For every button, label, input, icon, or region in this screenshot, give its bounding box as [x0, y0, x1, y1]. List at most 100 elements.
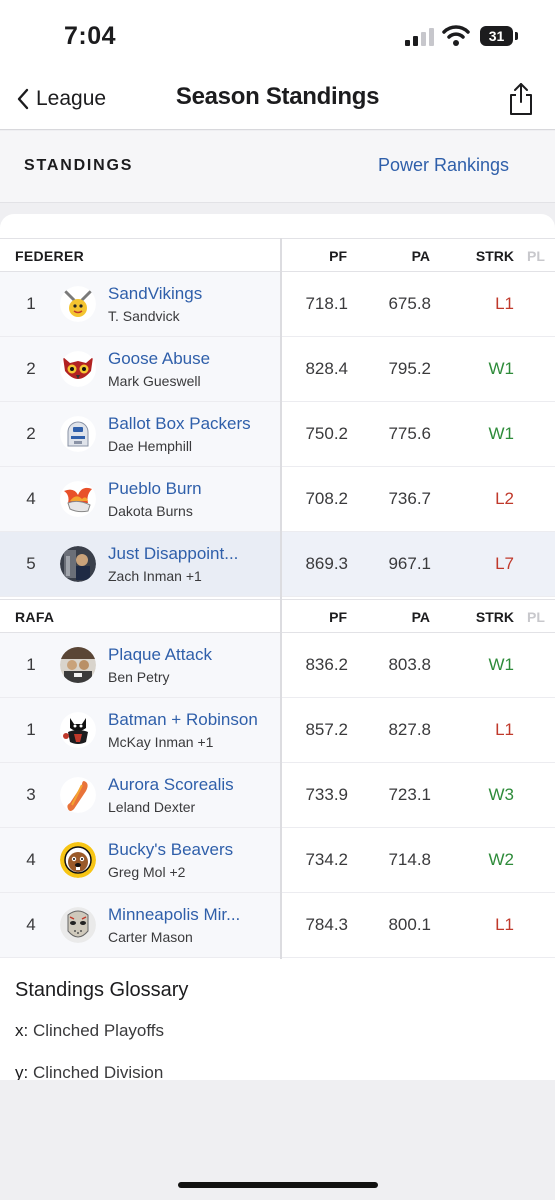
team-owner: Greg Mol +2: [108, 864, 186, 880]
team-owner: McKay Inman +1: [108, 734, 214, 750]
wifi-icon: [442, 25, 470, 46]
table-row[interactable]: 4 Pueblo Burn Dakota Burns 708.2 736.7 L…: [0, 467, 555, 532]
streak: L7: [495, 554, 514, 573]
table-row[interactable]: 1 SandVikings T. Sandvick 718.1 675.8 L1: [0, 272, 555, 337]
row-frozen-cell: [0, 698, 280, 762]
team-name-link[interactable]: Pueblo Burn: [108, 479, 202, 499]
row-frozen-cell: [0, 272, 280, 336]
team-owner: Mark Gueswell: [108, 373, 201, 389]
table-row[interactable]: 1 Plaque Attack Ben Petry 836.2 803.8 W1: [0, 633, 555, 698]
streak: L1: [495, 915, 514, 934]
points-against: 736.7: [388, 489, 431, 508]
power-rankings-link[interactable]: Power Rankings: [378, 155, 509, 176]
battery-tip: [515, 32, 518, 40]
team-owner: Dakota Burns: [108, 503, 193, 519]
share-icon[interactable]: [508, 82, 534, 116]
streak: L1: [495, 720, 514, 739]
team-logo-icon: [60, 351, 96, 387]
points-for: 869.3: [305, 554, 348, 573]
team-rank: 2: [26, 424, 36, 443]
points-for: 836.2: [305, 655, 348, 674]
streak: W2: [488, 850, 515, 869]
points-for: 733.9: [305, 785, 348, 804]
division-name: RAFA: [15, 609, 55, 625]
nav-bar: League Season Standings: [0, 70, 555, 130]
glossary-item: x: Clinched Playoffs: [15, 1021, 164, 1041]
team-name-link[interactable]: Aurora Scorealis: [108, 775, 234, 795]
team-owner: Carter Mason: [108, 929, 193, 945]
points-against: 803.8: [388, 655, 431, 674]
streak: W1: [488, 359, 515, 378]
table-row-my-team[interactable]: 5 Just Disappoint... Zach Inman +1 869.3…: [0, 532, 555, 597]
team-rank: 4: [26, 915, 36, 934]
points-for: 750.2: [305, 424, 348, 443]
team-owner: Ben Petry: [108, 669, 170, 685]
glossary-title: Standings Glossary: [15, 979, 189, 1001]
team-logo-icon: [60, 907, 96, 943]
streak: L1: [495, 294, 514, 313]
column-header-pl[interactable]: PL: [527, 248, 545, 264]
standings-label: STANDINGS: [24, 157, 134, 174]
table-row[interactable]: 2 Ballot Box Packers Dae Hemphill 750.2 …: [0, 402, 555, 467]
team-owner: Zach Inman +1: [108, 568, 202, 584]
table-row[interactable]: 3 Aurora Scorealis Leland Dexter 733.9 7…: [0, 763, 555, 828]
glossary-text: Clinched Division: [28, 1063, 164, 1080]
team-rank: 3: [26, 785, 36, 804]
team-name-link[interactable]: Goose Abuse: [108, 349, 210, 369]
team-name-link[interactable]: SandVikings: [108, 284, 202, 304]
column-header-pl[interactable]: PL: [527, 609, 545, 625]
standings-card: FEDERER PF PA STRK PL 1 SandVikings T. S…: [0, 214, 555, 1080]
team-logo-icon: [60, 712, 96, 748]
table-row[interactable]: 4 Bucky's Beavers Greg Mol +2 734.2 714.…: [0, 828, 555, 893]
team-rank: 1: [26, 294, 36, 313]
column-header-strk[interactable]: STRK: [460, 248, 514, 264]
table-row[interactable]: 2 Goose Abuse Mark Gueswell 828.4 795.2 …: [0, 337, 555, 402]
points-against: 675.8: [388, 294, 431, 313]
row-frozen-cell: [0, 402, 280, 466]
frozen-column-divider: [280, 599, 282, 959]
team-owner: Leland Dexter: [108, 799, 196, 815]
row-frozen-cell: [0, 633, 280, 697]
row-frozen-cell: [0, 828, 280, 892]
column-header-pa[interactable]: PA: [380, 248, 430, 264]
streak: W1: [488, 655, 515, 674]
home-indicator[interactable]: [178, 1182, 378, 1188]
team-name-link[interactable]: Bucky's Beavers: [108, 840, 233, 860]
team-name-link[interactable]: Ballot Box Packers: [108, 414, 251, 434]
points-against: 714.8: [388, 850, 431, 869]
row-frozen-cell: [0, 532, 280, 596]
team-rank: 1: [26, 655, 36, 674]
status-bar: 7:04 31: [0, 0, 555, 70]
team-owner: T. Sandvick: [108, 308, 180, 324]
team-rank: 2: [26, 359, 36, 378]
team-logo-icon: [60, 481, 96, 517]
column-header-pf[interactable]: PF: [300, 609, 347, 625]
team-name-link[interactable]: Plaque Attack: [108, 645, 212, 665]
team-name-link[interactable]: Batman + Robinson: [108, 710, 258, 730]
team-name-link[interactable]: Minneapolis Mir...: [108, 905, 240, 925]
table-row[interactable]: 1 Batman + Robinson McKay Inman +1 857.2…: [0, 698, 555, 763]
team-logo-icon: [60, 546, 96, 582]
table-row[interactable]: 4 Minneapolis Mir... Carter Mason 784.3 …: [0, 893, 555, 958]
glossary-key: y:: [15, 1063, 29, 1080]
points-for: 784.3: [305, 915, 348, 934]
team-rank: 1: [26, 720, 36, 739]
team-logo-icon: [60, 647, 96, 683]
points-for: 857.2: [305, 720, 348, 739]
cellular-signal-icon: [405, 28, 434, 46]
team-logo-icon: [60, 286, 96, 322]
team-rank: 5: [26, 554, 36, 573]
team-logo-icon: [60, 416, 96, 452]
row-frozen-cell: [0, 893, 280, 957]
team-logo-icon: [60, 842, 96, 878]
team-rank: 4: [26, 850, 36, 869]
streak: W1: [488, 424, 515, 443]
column-header-pa[interactable]: PA: [380, 609, 430, 625]
team-name-link[interactable]: Just Disappoint...: [108, 544, 238, 564]
team-rank: 4: [26, 489, 36, 508]
division-name: FEDERER: [15, 248, 84, 264]
points-against: 723.1: [388, 785, 431, 804]
status-time: 7:04: [64, 22, 117, 50]
column-header-strk[interactable]: STRK: [460, 609, 514, 625]
column-header-pf[interactable]: PF: [300, 248, 347, 264]
